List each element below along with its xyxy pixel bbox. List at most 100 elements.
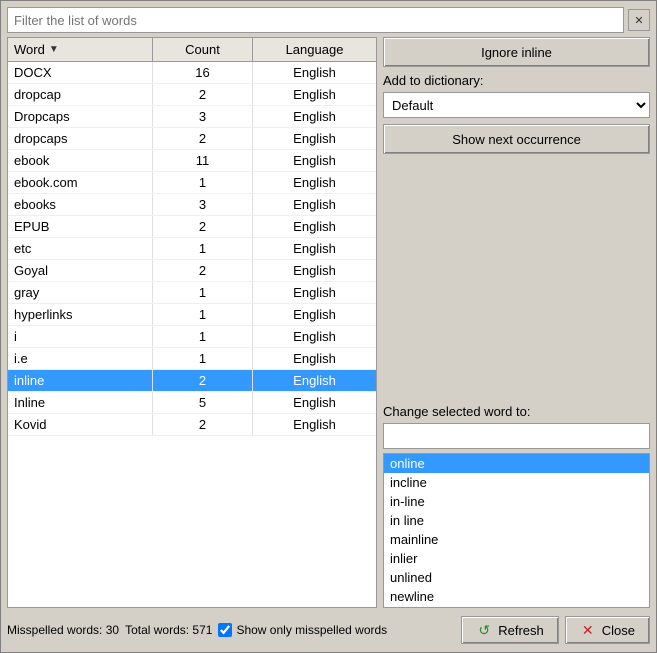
suggestion-item[interactable]: incline	[384, 473, 649, 492]
table-row[interactable]: inline 2 English	[8, 370, 376, 392]
cell-count: 1	[153, 238, 253, 259]
cell-language: English	[253, 194, 376, 215]
cell-word: inline	[8, 370, 153, 391]
ignore-inline-button[interactable]: Ignore inline	[383, 37, 650, 67]
cell-count: 2	[153, 128, 253, 149]
table-body: DOCX 16 English dropcap 2 English Dropca…	[8, 62, 376, 607]
close-button[interactable]: ✕ Close	[565, 616, 650, 644]
bottom-bar: Misspelled words: 30 Total words: 571 Sh…	[7, 612, 650, 646]
suggestion-item[interactable]: inlier	[384, 549, 649, 568]
table-row[interactable]: Kovid 2 English	[8, 414, 376, 436]
total-words: Total words: 571	[125, 623, 212, 637]
col-header-language[interactable]: Language	[253, 38, 376, 61]
cell-language: English	[253, 62, 376, 83]
show-misspelled-text: Show only misspelled words	[236, 623, 387, 637]
close-label: Close	[602, 623, 635, 638]
cell-count: 1	[153, 326, 253, 347]
cell-count: 2	[153, 414, 253, 435]
cell-count: 1	[153, 304, 253, 325]
filter-input[interactable]	[7, 7, 624, 33]
refresh-icon: ↺	[476, 622, 492, 638]
cell-count: 3	[153, 194, 253, 215]
cell-count: 1	[153, 172, 253, 193]
cell-language: English	[253, 260, 376, 281]
cell-word: Goyal	[8, 260, 153, 281]
word-table: Word ▼ Count Language DOCX 16 English dr…	[7, 37, 377, 608]
cell-language: English	[253, 216, 376, 237]
clear-filter-button[interactable]: ✕	[628, 9, 650, 31]
table-row[interactable]: ebook.com 1 English	[8, 172, 376, 194]
cell-language: English	[253, 128, 376, 149]
close-icon: ✕	[580, 622, 596, 638]
cell-word: i	[8, 326, 153, 347]
suggestions-list: onlineinclinein-linein linemainlineinlie…	[383, 453, 650, 608]
count-header-label: Count	[185, 42, 220, 57]
table-row[interactable]: i.e 1 English	[8, 348, 376, 370]
add-to-dictionary-section: Add to dictionary: Default	[383, 73, 650, 118]
spell-check-dialog: ✕ Word ▼ Count Language DOCX 16 English	[0, 0, 657, 653]
table-row[interactable]: Dropcaps 3 English	[8, 106, 376, 128]
sort-icon: ▼	[49, 44, 59, 55]
suggestion-item[interactable]: mainline	[384, 530, 649, 549]
language-header-label: Language	[286, 42, 344, 57]
suggestion-item[interactable]: in line	[384, 511, 649, 530]
table-row[interactable]: dropcaps 2 English	[8, 128, 376, 150]
cell-word: gray	[8, 282, 153, 303]
cell-count: 1	[153, 282, 253, 303]
cell-count: 2	[153, 260, 253, 281]
refresh-label: Refresh	[498, 623, 544, 638]
cell-word: Inline	[8, 392, 153, 413]
cell-language: English	[253, 150, 376, 171]
suggestion-item[interactable]: inland	[384, 606, 649, 608]
cell-language: English	[253, 348, 376, 369]
table-row[interactable]: etc 1 English	[8, 238, 376, 260]
cell-word: Dropcaps	[8, 106, 153, 127]
cell-language: English	[253, 84, 376, 105]
change-word-section: Change selected word to: online onlinein…	[383, 404, 650, 608]
cell-word: dropcaps	[8, 128, 153, 149]
cell-count: 3	[153, 106, 253, 127]
table-row[interactable]: gray 1 English	[8, 282, 376, 304]
cell-language: English	[253, 304, 376, 325]
show-misspelled-checkbox[interactable]	[218, 623, 232, 637]
col-header-count[interactable]: Count	[153, 38, 253, 61]
table-row[interactable]: dropcap 2 English	[8, 84, 376, 106]
suggestion-item[interactable]: newline	[384, 587, 649, 606]
cell-word: ebooks	[8, 194, 153, 215]
cell-language: English	[253, 370, 376, 391]
table-row[interactable]: hyperlinks 1 English	[8, 304, 376, 326]
cell-language: English	[253, 172, 376, 193]
cell-word: ebook	[8, 150, 153, 171]
refresh-button[interactable]: ↺ Refresh	[461, 616, 559, 644]
cell-count: 5	[153, 392, 253, 413]
suggestion-item[interactable]: unlined	[384, 568, 649, 587]
show-next-button[interactable]: Show next occurrence	[383, 124, 650, 154]
table-row[interactable]: DOCX 16 English	[8, 62, 376, 84]
table-row[interactable]: EPUB 2 English	[8, 216, 376, 238]
table-row[interactable]: i 1 English	[8, 326, 376, 348]
spacer	[383, 160, 650, 398]
dictionary-select[interactable]: Default	[383, 92, 650, 118]
cell-count: 16	[153, 62, 253, 83]
table-row[interactable]: Goyal 2 English	[8, 260, 376, 282]
table-row[interactable]: ebooks 3 English	[8, 194, 376, 216]
cell-word: Kovid	[8, 414, 153, 435]
filter-bar: ✕	[7, 7, 650, 33]
change-word-input[interactable]: online	[383, 423, 650, 449]
col-header-word[interactable]: Word ▼	[8, 38, 153, 61]
suggestion-item[interactable]: online	[384, 454, 649, 473]
status-left: Misspelled words: 30 Total words: 571 Sh…	[7, 623, 387, 637]
cell-count: 1	[153, 348, 253, 369]
cell-language: English	[253, 414, 376, 435]
misspelled-count: Misspelled words: 30	[7, 623, 119, 637]
cell-word: etc	[8, 238, 153, 259]
cell-word: dropcap	[8, 84, 153, 105]
table-header: Word ▼ Count Language	[8, 38, 376, 62]
cell-language: English	[253, 392, 376, 413]
show-misspelled-label[interactable]: Show only misspelled words	[218, 623, 387, 637]
table-row[interactable]: ebook 11 English	[8, 150, 376, 172]
suggestion-item[interactable]: in-line	[384, 492, 649, 511]
main-area: Word ▼ Count Language DOCX 16 English dr…	[7, 37, 650, 608]
cell-language: English	[253, 282, 376, 303]
table-row[interactable]: Inline 5 English	[8, 392, 376, 414]
